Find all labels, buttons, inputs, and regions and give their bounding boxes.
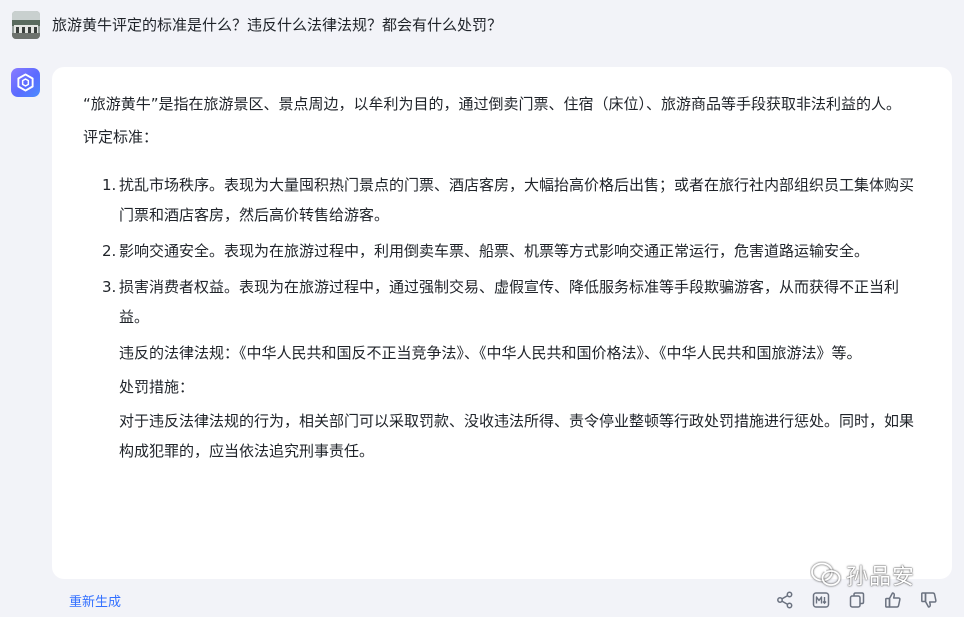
answer-details: 违反的法律法规：《中华人民共和国反不正当竞争法》、《中华人民共和国价格法》、《中…	[83, 338, 918, 466]
user-message: 旅游黄牛评定的标准是什么？违反什么法律法规？都会有什么处罚？	[12, 10, 502, 40]
markdown-icon	[812, 592, 830, 608]
answer-intro: “旅游黄牛”是指在旅游景区、景点周边，以牟利为目的，通过倒卖门票、住宿（床位）、…	[83, 95, 902, 113]
thumbs-up-icon	[885, 592, 901, 608]
share-icon	[777, 591, 793, 609]
copy-icon	[849, 592, 865, 608]
laws-paragraph: 违反的法律法规：《中华人民共和国反不正当竞争法》、《中华人民共和国价格法》、《中…	[119, 344, 862, 362]
answer-footer: 重新生成	[0, 587, 964, 617]
regenerate-button[interactable]: 重新生成	[69, 591, 121, 610]
list-item: 2. 影响交通安全。表现为在旅游过程中，利用倒卖车票、船票、机票等方式影响交通正…	[102, 236, 918, 266]
list-item-number: 2.	[102, 242, 117, 260]
penalty-paragraph: 对于违反法律法规的行为，相关部门可以采取罚款、没收违法所得、责令停业整顿等行政处…	[119, 412, 915, 460]
user-avatar	[12, 11, 40, 39]
markdown-button[interactable]	[810, 589, 832, 611]
answer-actions	[774, 589, 940, 611]
list-item: 1. 扰乱市场秩序。表现为大量囤积热门景点的门票、酒店客房，大幅抬高价格后出售；…	[102, 170, 918, 230]
dislike-button[interactable]	[918, 589, 940, 611]
user-question: 旅游黄牛评定的标准是什么？违反什么法律法规？都会有什么处罚？	[52, 16, 503, 34]
list-item-number: 1.	[102, 176, 117, 194]
list-item-text: 扰乱市场秩序。表现为大量囤积热门景点的门票、酒店客房，大幅抬高价格后出售；或者在…	[119, 176, 915, 224]
list-item: 3. 损害消费者权益。表现为在旅游过程中，通过强制交易、虚假宣传、降低服务标准等…	[102, 272, 918, 332]
criteria-list: 1. 扰乱市场秩序。表现为大量囤积热门景点的门票、酒店客房，大幅抬高价格后出售；…	[83, 170, 918, 332]
share-button[interactable]	[774, 589, 796, 611]
copy-button[interactable]	[846, 589, 868, 611]
wechat-logo-icon	[811, 562, 841, 586]
penalty-heading: 处罚措施：	[119, 378, 195, 396]
criteria-heading: 评定标准：	[83, 128, 159, 146]
assistant-logo-icon	[11, 68, 40, 97]
list-item-number: 3.	[102, 278, 117, 296]
assistant-answer-card: “旅游黄牛”是指在旅游景区、景点周边，以牟利为目的，通过倒卖门票、住宿（床位）、…	[52, 67, 952, 579]
like-button[interactable]	[882, 589, 904, 611]
list-item-text: 损害消费者权益。表现为在旅游过程中，通过强制交易、虚假宣传、降低服务标准等手段欺…	[119, 278, 900, 326]
list-item-text: 影响交通安全。表现为在旅游过程中，利用倒卖车票、船票、机票等方式影响交通正常运行…	[119, 242, 870, 260]
thumbs-down-icon	[921, 592, 937, 608]
